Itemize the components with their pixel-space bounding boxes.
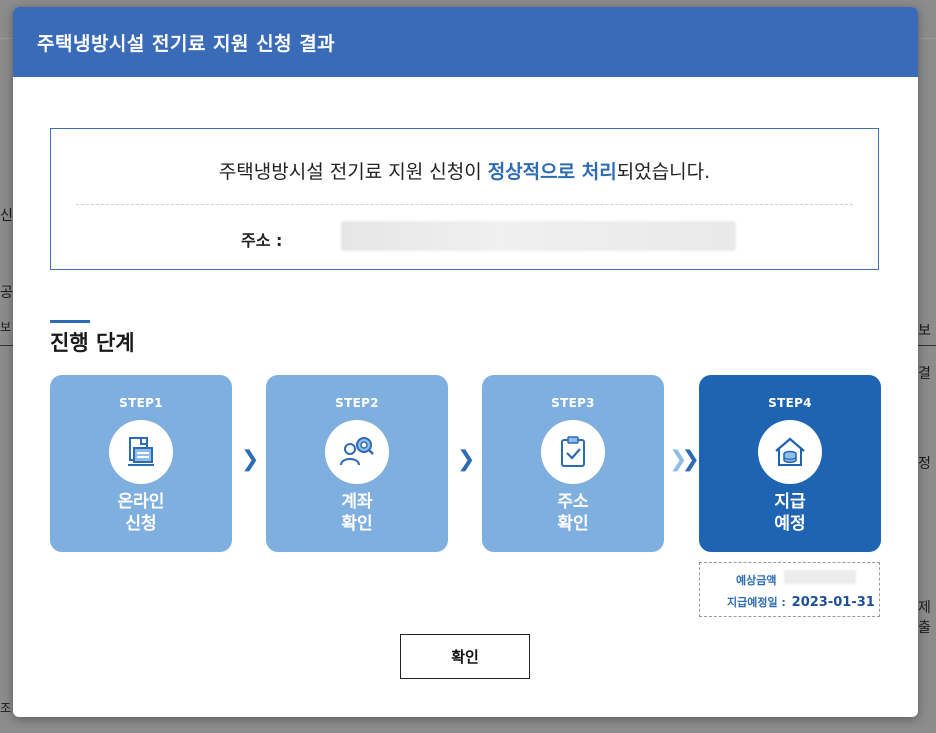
result-message-prefix: 주택냉방시설 전기료 지원 신청이 [218,161,488,183]
step-icon-circle [109,420,173,484]
user-search-icon [340,437,374,466]
step-name: 온라인 신청 [50,491,232,535]
background-text: 제출 [918,600,931,636]
house-coins-icon [775,437,805,466]
payment-date-row: 지급예정일 : 2023-01-31 [727,594,875,610]
background-text: 정 [918,456,931,472]
background-text: 보 [918,323,931,339]
step-name-line1: 온라인 [117,492,165,512]
result-message-highlight: 정상적으로 처리 [487,161,617,183]
step-name-line1: 주소 [557,492,589,512]
result-modal: 주택냉방시설 전기료 지원 신청 결과 주택냉방시설 전기료 지원 신청이 정상… [13,7,918,717]
background-divider [918,345,936,346]
background-text: 결 [918,366,931,382]
double-chevron-right-icon: ❯❯ [669,447,700,472]
expected-amount-value-redacted [784,570,856,584]
step-2: STEP2 계좌 확인 [266,375,448,552]
section-title: 진행 단계 [50,331,135,355]
result-box: 주택냉방시설 전기료 지원 신청이 정상적으로 처리되었습니다. 주소 : [50,128,879,270]
expected-amount-label: 예상금액 [736,574,777,587]
background-text: 공 [0,285,13,301]
clipboard-check-icon [561,436,585,467]
confirm-button[interactable]: 확인 [400,634,530,679]
payment-date-label: 지급예정일 : [727,596,786,609]
step-label: STEP1 [119,396,163,410]
step-icon-circle [541,420,605,484]
result-message-suffix: 되었습니다. [616,161,711,183]
background-text: 조 [0,701,12,715]
document-icon [128,437,154,466]
address-label: 주소 : [241,231,283,250]
step-name-line2: 예정 [774,514,806,534]
payment-info-box: 예상금액 지급예정일 : 2023-01-31 [699,562,880,617]
background-text: 보 [0,320,12,334]
step-name: 주소 확인 [482,491,664,535]
step-name-line1: 지급 [774,492,806,512]
step-label: STEP4 [768,396,812,410]
result-divider [76,204,853,205]
step-name-line2: 확인 [557,514,589,534]
step-name: 지급 예정 [699,491,881,535]
modal-title: 주택냉방시설 전기료 지원 신청 결과 [37,32,336,55]
step-name: 계좌 확인 [266,491,448,535]
step-name-line1: 계좌 [341,492,373,512]
step-label: STEP2 [335,396,379,410]
step-3: STEP3 주소 확인 [482,375,664,552]
step-icon-circle [758,420,822,484]
step-icon-circle [325,420,389,484]
address-value-redacted [341,221,736,251]
chevron-right-icon: ❯ [241,447,260,472]
background-divider [0,345,13,346]
step-name-line2: 신청 [125,514,157,534]
result-message: 주택냉방시설 전기료 지원 신청이 정상적으로 처리되었습니다. [51,157,878,184]
chevron-right-icon: ❯ [457,447,476,472]
payment-date-value: 2023-01-31 [791,595,875,610]
section-title-accent [50,320,90,323]
step-label: STEP3 [551,396,595,410]
step-1: STEP1 온라인 신청 [50,375,232,552]
modal-header: 주택냉방시설 전기료 지원 신청 결과 [13,7,918,77]
step-name-line2: 확인 [341,514,373,534]
step-4: STEP4 지급 예정 [699,375,881,552]
